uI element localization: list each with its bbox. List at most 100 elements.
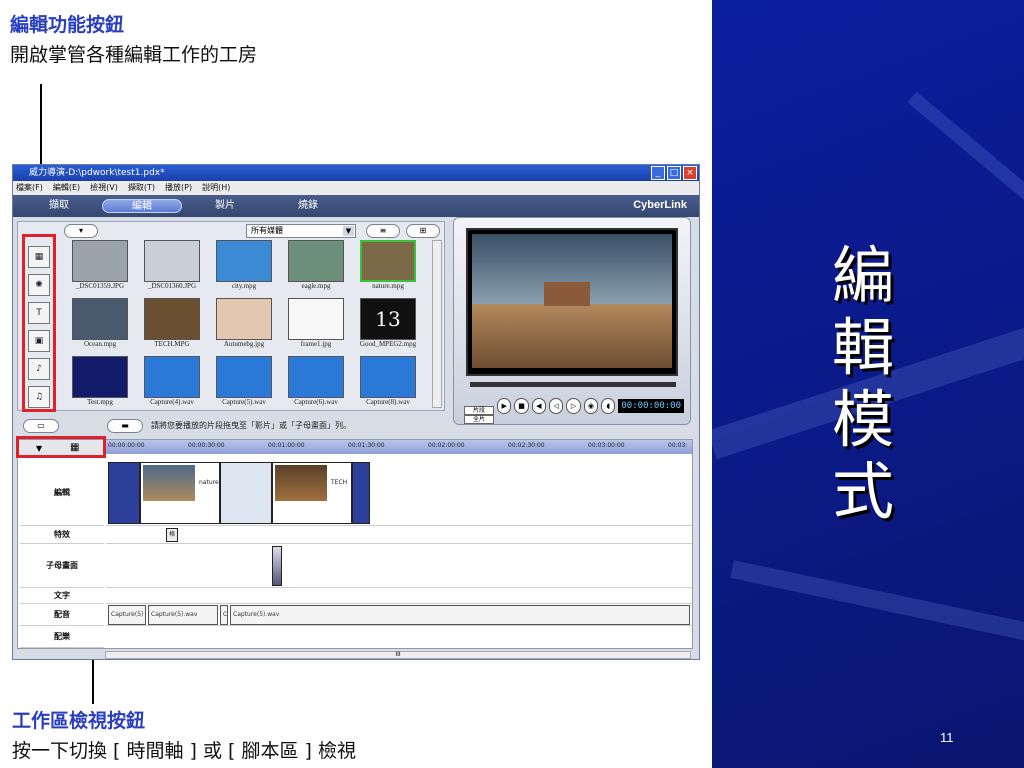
audio-clip[interactable]: Capture(5).wav	[148, 605, 218, 625]
minimize-button[interactable]: _	[651, 166, 665, 180]
audio-clip[interactable]: Capture(5).wav	[230, 605, 690, 625]
video-clip[interactable]: TECH	[272, 462, 352, 524]
pip-track[interactable]	[106, 544, 692, 588]
time-ruler[interactable]: 00:00:00:00 00:00:30:00 00:01:00:00 00:01:3…	[106, 440, 692, 454]
text-track[interactable]	[106, 588, 692, 604]
media-thumbnail[interactable]: 13 Good_MPEG2.mpg	[352, 298, 424, 354]
music-track[interactable]	[106, 626, 692, 648]
rewind-icon[interactable]: ◀	[531, 398, 547, 414]
thumbnail-image: 13	[360, 298, 416, 340]
countdown-number: 13	[375, 307, 401, 331]
storyboard-button[interactable]: ▭	[23, 419, 59, 433]
library-menu-button[interactable]: ≡	[366, 224, 400, 238]
window-titlebar: 威力導演-D:\pdwork\test1.pdx* _ □ ×	[13, 165, 699, 181]
ruler-mark: 00:03:00:00	[588, 442, 625, 449]
media-thumbnail[interactable]: Capture(8).wav	[352, 356, 424, 412]
media-thumbnail[interactable]: Capture(6).wav	[280, 356, 352, 412]
workspace-view-caption-text: 按一下切換 [ 時間軸 ] 或 [ 腳本區 ] 檢視	[12, 740, 356, 762]
thumbnail-image	[360, 356, 416, 398]
media-thumbnail[interactable]: Ocean.mpg	[64, 298, 136, 354]
track-label-music: 配樂	[20, 626, 104, 648]
thumbnail-image	[288, 356, 344, 398]
media-thumbnail[interactable]: Capture(4).wav	[136, 356, 208, 412]
timeline-panel: ▼ ▦ 00:00:00:00 00:00:30:00 00:01:00:00 00:…	[17, 439, 693, 649]
library-view-button[interactable]: ⊞	[406, 224, 440, 238]
menu-view[interactable]: 檢視(V)	[90, 181, 118, 195]
tab-edit[interactable]: 編輯	[102, 199, 182, 213]
voice-track[interactable]: Capture(5) Capture(5).wav C Capture(5).w…	[106, 604, 692, 626]
seek-bar[interactable]	[470, 382, 676, 387]
clip-mode-button[interactable]: 片段	[464, 406, 494, 415]
menu-edit[interactable]: 編輯(E)	[53, 181, 80, 195]
tab-produce[interactable]: 製片	[185, 199, 265, 213]
video-clip[interactable]: nature	[140, 462, 220, 524]
thumbnail-image	[216, 298, 272, 340]
audio-clip[interactable]: C	[220, 605, 228, 625]
stop-icon[interactable]: ■	[514, 398, 529, 414]
library-scrollbar[interactable]	[432, 240, 442, 408]
close-button[interactable]: ×	[683, 166, 697, 180]
thumbnail-image	[72, 298, 128, 340]
media-filter-select[interactable]: 所有媒體 ▼	[246, 224, 356, 238]
thumbnail-label: _DSC01359.JPG	[75, 282, 125, 290]
view-buttons-highlight	[16, 436, 106, 458]
media-thumbnail[interactable]: TECH.MPG	[136, 298, 208, 354]
ruler-mark: 00:00:30:00	[188, 442, 225, 449]
media-thumbnail[interactable]: city.mpg	[208, 240, 280, 296]
import-button[interactable]: ▾	[64, 224, 98, 238]
menu-play[interactable]: 播放(P)	[165, 181, 192, 195]
tab-capture[interactable]: 擷取	[19, 199, 99, 213]
effect-clip[interactable]: 格	[166, 528, 178, 542]
play-icon[interactable]: ▶	[496, 398, 512, 414]
maximize-button[interactable]: □	[667, 166, 681, 180]
pip-clip[interactable]	[272, 546, 282, 586]
thumbnail-image	[216, 240, 272, 282]
timeline-scrollbar[interactable]: III	[105, 651, 691, 659]
timeline-toolbar: ▭ ▬ 請將您要播放的片段拖曳至「影片」或「子母畫面」列。	[17, 417, 697, 435]
ruler-mark: 00:02:30:00	[508, 442, 545, 449]
thumbnail-label: Good_MPEG2.mpg	[359, 340, 417, 348]
tab-burn[interactable]: 燒錄	[268, 199, 348, 213]
media-thumbnail[interactable]: Test.mpg	[64, 356, 136, 412]
menu-help[interactable]: 說明(H)	[202, 181, 230, 195]
video-clip[interactable]	[352, 462, 370, 524]
chevron-down-icon: ▼	[343, 226, 354, 236]
thumbnail-label: Capture(6).wav	[294, 398, 338, 406]
edit-buttons-caption-text: 開啟掌管各種編輯工作的工房	[10, 44, 258, 66]
media-thumbnail[interactable]: Autumebg.jpg	[208, 298, 280, 354]
insert-button[interactable]: ▬	[107, 419, 143, 433]
ruler-mark: 00:02:00:00	[428, 442, 465, 449]
media-thumbnail[interactable]: eagle.mpg	[280, 240, 352, 296]
preview-window: ▶ ■ ◀ ◁ ▷ ◉ ◖ 00:00:00:00 片段 全片	[453, 217, 691, 425]
video-clip[interactable]	[108, 462, 140, 524]
video-track[interactable]: nature TECH	[106, 460, 692, 526]
snapshot-icon[interactable]: ◉	[583, 398, 599, 414]
ruler-mark: 00:01:30:00	[348, 442, 385, 449]
media-thumbnail[interactable]: _DSC01359.JPG	[64, 240, 136, 296]
window-title: 威力導演-D:\pdwork\test1.pdx*	[29, 168, 165, 178]
thumbnail-label: city.mpg	[231, 282, 257, 290]
media-thumbnail[interactable]: Capture(5).wav	[208, 356, 280, 412]
menu-file[interactable]: 檔案(F)	[16, 181, 43, 195]
thumbnail-label: _DSC01360.JPG	[147, 282, 197, 290]
track-label-edit: 編輯	[20, 460, 104, 526]
next-frame-icon[interactable]: ▷	[566, 398, 581, 414]
media-library: ▾ 所有媒體 ▼ ≡ ⊞ ▦ ✺ T ▣ ♪ ♫ _DSC01359.JPG _D…	[17, 221, 445, 411]
media-thumbnail[interactable]: nature.mpg	[352, 240, 424, 296]
playback-controls: ▶ ■ ◀ ◁ ▷ ◉ ◖ 00:00:00:00	[464, 394, 684, 418]
track-label-effect: 特效	[20, 526, 104, 544]
thumbnail-image	[72, 356, 128, 398]
clip-title-nature: nature	[199, 479, 219, 486]
thumbnail-label: frame1.jpg	[300, 340, 332, 348]
effect-track[interactable]: 格	[106, 526, 692, 544]
audio-clip[interactable]: Capture(5)	[108, 605, 146, 625]
media-thumbnail[interactable]: frame1.jpg	[280, 298, 352, 354]
menu-capture[interactable]: 擷取(T)	[128, 181, 155, 195]
video-clip[interactable]	[220, 462, 272, 524]
prev-frame-icon[interactable]: ◁	[549, 398, 564, 414]
thumbnail-label: Test.mpg	[87, 398, 113, 406]
volume-icon[interactable]: ◖	[601, 398, 616, 414]
thumbnail-image	[144, 356, 200, 398]
preview-screen	[466, 228, 678, 376]
media-thumbnail[interactable]: _DSC01360.JPG	[136, 240, 208, 296]
